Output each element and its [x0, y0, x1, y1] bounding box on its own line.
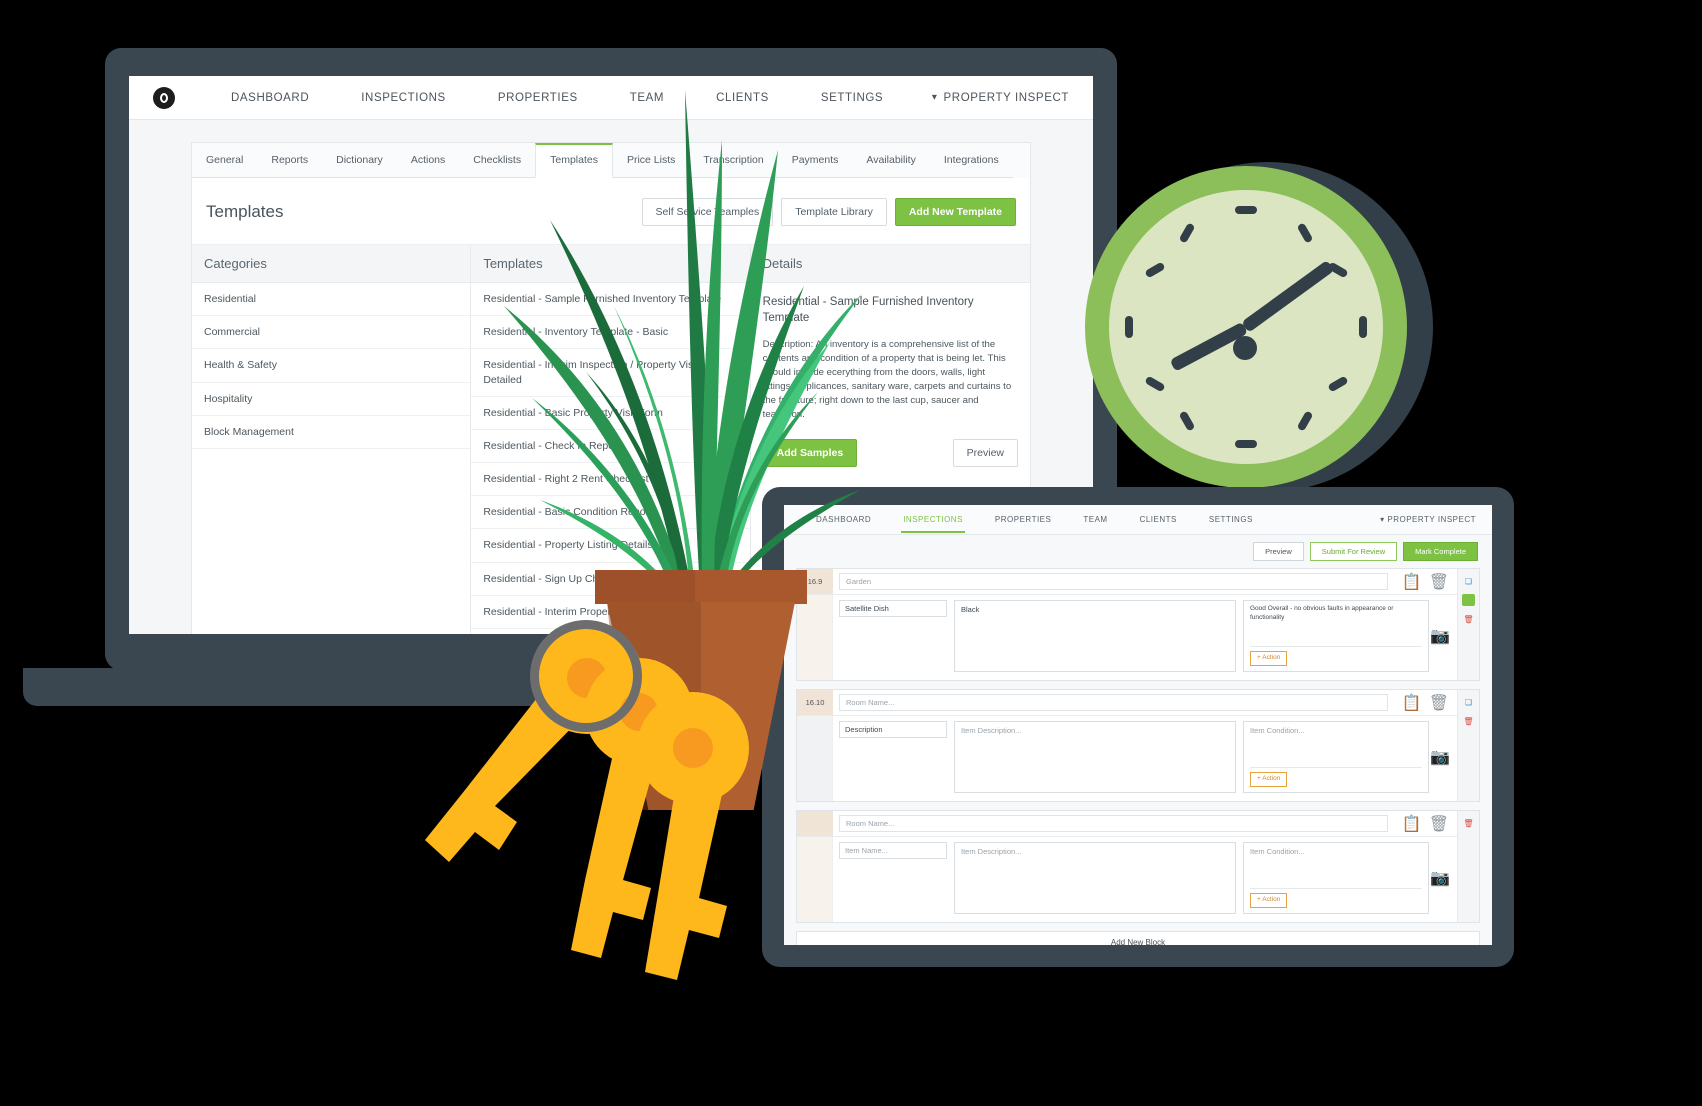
tablet-nav-clients[interactable]: CLIENTS [1124, 515, 1193, 524]
tablet-account-menu[interactable]: ▾ PROPERTY INSPECT [1380, 515, 1476, 524]
room-name-input[interactable]: Room Name... [839, 694, 1388, 711]
screenshot-root: DASHBOARD INSPECTIONS PROPERTIES TEAM CL… [0, 0, 1702, 1106]
duplicate-block-icon[interactable]: ❏ [1462, 696, 1475, 708]
block-row: Item Name... Item Description... Item Co… [797, 837, 1457, 922]
tablet-account-name: PROPERTY INSPECT [1387, 515, 1476, 524]
delete-block-icon[interactable]: 🗑 [1462, 817, 1475, 829]
tablet-nav-inspections[interactable]: INSPECTIONS [887, 515, 979, 533]
inspection-preview-button[interactable]: Preview [1253, 542, 1304, 561]
item-description-input[interactable]: Item Description... [954, 721, 1236, 793]
nav-item-dashboard[interactable]: DASHBOARD [205, 92, 335, 104]
page-title: Templates [206, 202, 284, 221]
item-condition-text: Good Overall - no obvious faults in appe… [1250, 605, 1394, 621]
block-header: 16.9 Garden 📋 🗑 [797, 569, 1457, 595]
block-header: 16.10 Room Name... 📋 🗑 [797, 690, 1457, 716]
condition-divider [1250, 646, 1422, 647]
block-header-icons: 📋 🗑 [1394, 811, 1457, 836]
clock-tick-6 [1235, 440, 1257, 448]
trash-icon[interactable]: 🗑 [1429, 814, 1449, 834]
clock-center-knob [1233, 336, 1257, 360]
account-name: PROPERTY INSPECT [943, 91, 1069, 104]
tablet-nav-settings[interactable]: SETTINGS [1193, 515, 1269, 524]
tablet-nav-team[interactable]: TEAM [1067, 515, 1123, 524]
add-new-template-button[interactable]: Add New Template [894, 198, 1016, 226]
mark-complete-button[interactable]: Mark Complete [1403, 542, 1478, 561]
clock-face [1085, 166, 1407, 488]
clock-tick-12 [1235, 206, 1257, 214]
item-name-input[interactable]: Item Name... [839, 842, 947, 859]
key-ring [530, 620, 642, 732]
add-new-block-button[interactable]: Add New Block [796, 931, 1480, 945]
clock-tick-3 [1359, 316, 1367, 338]
duplicate-block-icon[interactable]: ❏ [1462, 575, 1475, 587]
item-condition-input[interactable]: Good Overall - no obvious faults in appe… [1243, 600, 1429, 672]
inspection-block: 16.9 Garden 📋 🗑 Satellite Dish Black Goo… [796, 568, 1480, 681]
camera-icon[interactable]: 📷 [1429, 842, 1451, 914]
block-row: Satellite Dish Black Good Overall - no o… [797, 595, 1457, 680]
item-condition-text: Item Condition... [1250, 847, 1305, 856]
account-menu[interactable]: ▾ PROPERTY INSPECT [932, 92, 1069, 104]
add-action-button[interactable]: + Action [1250, 893, 1288, 908]
block-cells: Satellite Dish Black Good Overall - no o… [833, 595, 1457, 680]
block-main: 16.9 Garden 📋 🗑 Satellite Dish Black Goo… [797, 569, 1457, 680]
tab-reports[interactable]: Reports [257, 143, 323, 178]
chevron-down-icon: ▾ [931, 92, 938, 103]
trash-icon[interactable]: 🗑 [1429, 572, 1449, 592]
block-main: Room Name... 📋 🗑 Item Name... Item Descr… [797, 811, 1457, 922]
block-header-icons: 📋 🗑 [1394, 690, 1457, 715]
copy-icon[interactable]: 📋 [1402, 814, 1422, 834]
block-side-actions: 🗑 [1457, 811, 1479, 922]
keys-illustration [405, 600, 805, 990]
inspection-block: Room Name... 📋 🗑 Item Name... Item Descr… [796, 810, 1480, 923]
pot-rim-shade [595, 570, 695, 604]
status-badge [1462, 594, 1475, 606]
item-condition-input[interactable]: Item Condition... + Action [1243, 721, 1429, 793]
inspection-block: 16.10 Room Name... 📋 🗑 Description Item … [796, 689, 1480, 802]
item-description-input[interactable]: Item Description... [954, 842, 1236, 914]
key-three [637, 692, 749, 980]
item-description-input[interactable]: Black [954, 600, 1236, 672]
item-condition-input[interactable]: Item Condition... + Action [1243, 842, 1429, 914]
camera-icon[interactable]: 📷 [1429, 600, 1451, 672]
block-main: 16.10 Room Name... 📋 🗑 Description Item … [797, 690, 1457, 801]
block-cells: Description Item Description... Item Con… [833, 716, 1457, 801]
condition-divider [1250, 888, 1422, 889]
chevron-down-icon: ▾ [1380, 515, 1385, 524]
room-name-input[interactable]: Room Name... [839, 815, 1388, 832]
condition-divider [1250, 767, 1422, 768]
camera-icon[interactable]: 📷 [1429, 721, 1451, 793]
tablet-device: DASHBOARD INSPECTIONS PROPERTIES TEAM CL… [762, 487, 1514, 967]
preview-button[interactable]: Preview [952, 439, 1018, 468]
delete-block-icon[interactable]: 🗑 [1462, 715, 1475, 727]
block-cells: Item Name... Item Description... Item Co… [833, 837, 1457, 922]
copy-icon[interactable]: 📋 [1402, 572, 1422, 592]
block-side-actions: ❏ 🗑 [1457, 690, 1479, 801]
tablet-screen: DASHBOARD INSPECTIONS PROPERTIES TEAM CL… [784, 505, 1492, 945]
copy-icon[interactable]: 📋 [1402, 693, 1422, 713]
inspection-action-toolbar: Preview Submit For Review Mark Complete [784, 535, 1492, 568]
block-header-icons: 📋 🗑 [1394, 569, 1457, 594]
tablet-nav-properties[interactable]: PROPERTIES [979, 515, 1067, 524]
delete-block-icon[interactable]: 🗑 [1462, 613, 1475, 625]
item-condition-text: Item Condition... [1250, 726, 1305, 735]
block-side-actions: ❏ 🗑 [1457, 569, 1479, 680]
add-action-button[interactable]: + Action [1250, 772, 1288, 787]
clock-tick-9 [1125, 316, 1133, 338]
block-row: Description Item Description... Item Con… [797, 716, 1457, 801]
add-action-button[interactable]: + Action [1250, 651, 1288, 666]
wall-clock-illustration [1085, 152, 1455, 507]
submit-for-review-button[interactable]: Submit For Review [1309, 542, 1398, 561]
tab-dictionary[interactable]: Dictionary [322, 143, 397, 178]
room-name-input[interactable]: Garden [839, 573, 1388, 590]
property-inspect-logo-icon [153, 86, 175, 109]
tab-integrations[interactable]: Integrations [929, 143, 1013, 178]
block-header: Room Name... 📋 🗑 [797, 811, 1457, 837]
trash-icon[interactable]: 🗑 [1429, 693, 1449, 713]
inspection-blocks: 16.9 Garden 📋 🗑 Satellite Dish Black Goo… [784, 568, 1492, 945]
tablet-top-navbar: DASHBOARD INSPECTIONS PROPERTIES TEAM CL… [784, 505, 1492, 535]
tab-general[interactable]: General [192, 143, 258, 178]
